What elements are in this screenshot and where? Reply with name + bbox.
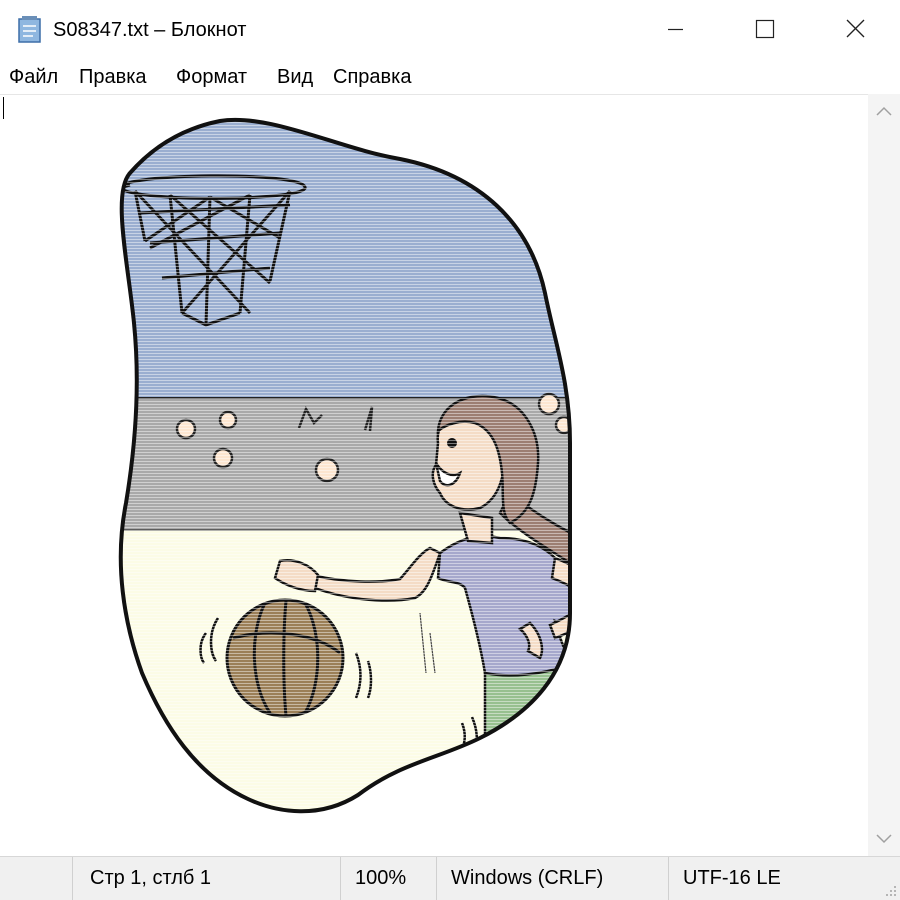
line-ending: Windows (CRLF)	[436, 857, 668, 900]
encoding: UTF-16 LE	[668, 857, 868, 900]
menu-bar: Файл Правка Формат Вид Справка	[0, 60, 900, 94]
minimize-button[interactable]	[630, 0, 720, 60]
status-bar: Стр 1, стлб 1 100% Windows (CRLF) UTF-16…	[0, 856, 900, 900]
menu-file[interactable]: Файл	[9, 64, 58, 90]
menu-view[interactable]: Вид	[277, 64, 313, 90]
chevron-down-icon	[876, 834, 892, 844]
maximize-button[interactable]	[720, 0, 810, 60]
notepad-icon	[16, 14, 44, 44]
minimize-icon	[668, 28, 683, 31]
title-bar[interactable]: S08347.txt – Блокнот	[0, 0, 900, 60]
resize-grip-icon[interactable]	[884, 884, 898, 898]
menu-edit[interactable]: Правка	[79, 64, 147, 90]
maximize-icon	[755, 19, 775, 39]
close-icon	[846, 19, 865, 38]
scroll-down-button[interactable]	[868, 822, 900, 856]
text-editor-area[interactable]	[0, 94, 868, 856]
window-title: S08347.txt – Блокнот	[53, 19, 247, 41]
basketball-illustration	[118, 117, 573, 814]
chevron-up-icon	[876, 106, 892, 116]
illustration-outline	[118, 117, 573, 814]
menu-format[interactable]: Формат	[176, 64, 247, 90]
menu-help[interactable]: Справка	[333, 64, 411, 90]
text-caret	[3, 97, 4, 119]
zoom-level: 100%	[340, 857, 436, 900]
cursor-position: Стр 1, стлб 1	[72, 857, 340, 900]
scroll-up-button[interactable]	[868, 94, 900, 128]
close-button[interactable]	[810, 0, 900, 60]
vertical-scrollbar[interactable]	[868, 94, 900, 856]
